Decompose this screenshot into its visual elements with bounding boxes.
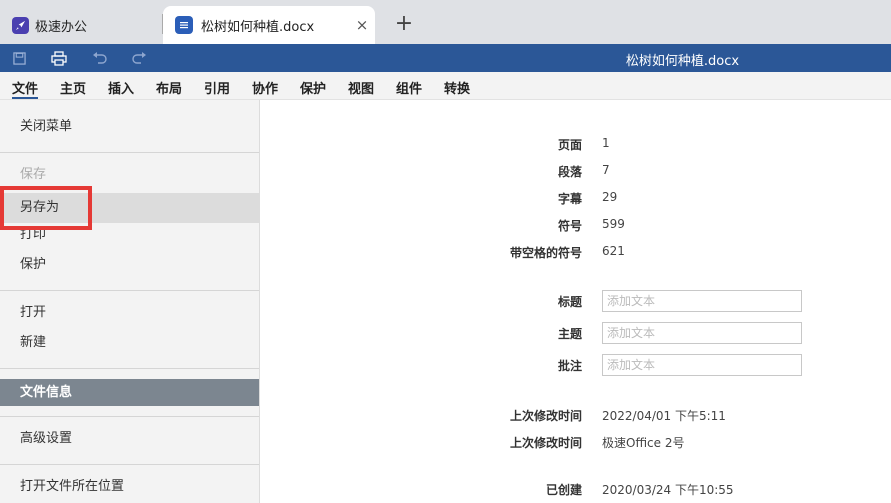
last-modified-by-value: 极速Office 2号 (602, 436, 685, 450)
menu-tab-protect[interactable]: 保护 (300, 78, 326, 97)
menu-tab-references[interactable]: 引用 (204, 78, 230, 97)
menu-tab-file[interactable]: 文件 (12, 78, 39, 99)
ribbon-tabs: 文件 主页 插入 布局 引用 协作 保护 视图 组件 转换 (0, 72, 891, 100)
menu-tab-view[interactable]: 视图 (348, 78, 374, 97)
comment-input[interactable] (602, 354, 802, 376)
symbols-value: 599 (602, 217, 625, 231)
title-bar: 松树如何种植.docx (0, 44, 891, 72)
new-tab-button[interactable]: + (392, 12, 416, 36)
browser-tab-strip: 极速办公 松树如何种植.docx × + (0, 0, 891, 44)
protect-item[interactable]: 保护 (0, 250, 259, 280)
open-file-location-item[interactable]: 打开文件所在位置 (0, 472, 259, 502)
created-label: 已创建 (545, 483, 582, 497)
title-label: 标题 (557, 295, 582, 309)
close-tab-icon[interactable]: × (353, 16, 371, 34)
new-item[interactable]: 新建 (0, 328, 259, 358)
advanced-settings-item[interactable]: 高级设置 (0, 424, 259, 454)
menu-divider (0, 464, 259, 465)
file-info-item[interactable]: 文件信息 (0, 379, 259, 406)
title-input[interactable] (602, 290, 802, 312)
open-item[interactable]: 打开 (0, 298, 259, 328)
last-modified-value: 2022/04/01 下午5:11 (602, 409, 726, 423)
words-label: 字幕 (557, 192, 582, 206)
document-tab-label: 松树如何种植.docx (201, 19, 315, 35)
symbols-label: 符号 (557, 219, 582, 233)
document-title: 松树如何种植.docx (625, 54, 740, 69)
menu-divider (0, 152, 259, 153)
menu-divider (0, 368, 259, 369)
redo-icon[interactable] (130, 49, 148, 67)
app-tab-label: 极速办公 (35, 19, 88, 35)
last-modified-label: 上次修改时间 (509, 409, 582, 423)
created-value: 2020/03/24 下午10:55 (602, 483, 734, 497)
last-modified-by-label: 上次修改时间 (509, 436, 582, 450)
menu-tab-insert[interactable]: 插入 (108, 78, 134, 97)
undo-icon[interactable] (90, 49, 108, 67)
menu-divider (0, 416, 259, 417)
document-tab[interactable]: 松树如何种植.docx × (163, 6, 375, 44)
paragraphs-value: 7 (602, 163, 610, 177)
pages-value: 1 (602, 136, 610, 150)
menu-divider (0, 290, 259, 291)
paragraphs-label: 段落 (557, 165, 582, 179)
app-tab[interactable]: 极速办公 (0, 6, 163, 44)
symbols-with-spaces-value: 621 (602, 244, 625, 258)
comment-label: 批注 (557, 359, 582, 373)
menu-tab-convert[interactable]: 转换 (444, 78, 470, 97)
print-icon[interactable] (50, 49, 68, 67)
save-icon[interactable] (10, 49, 28, 67)
menu-tab-layout[interactable]: 布局 (156, 78, 182, 97)
highlight-annotation-box (0, 186, 92, 230)
menu-tab-plugins[interactable]: 组件 (396, 78, 422, 97)
pages-label: 页面 (557, 138, 582, 152)
words-value: 29 (602, 190, 618, 204)
file-menu-sidebar: 关闭菜单 保存 另存为 打印 保护 打开 新建 文件信息 高级设置 打开文件所在… (0, 100, 260, 503)
subject-label: 主题 (557, 327, 582, 341)
menu-tab-collaborate[interactable]: 协作 (252, 78, 278, 97)
symbols-with-spaces-label: 带空格的符号 (509, 246, 582, 260)
rocket-icon (12, 16, 29, 34)
menu-tab-home[interactable]: 主页 (60, 78, 86, 97)
document-icon (175, 16, 193, 34)
subject-input[interactable] (602, 322, 802, 344)
close-menu-item[interactable]: 关闭菜单 (0, 112, 259, 142)
